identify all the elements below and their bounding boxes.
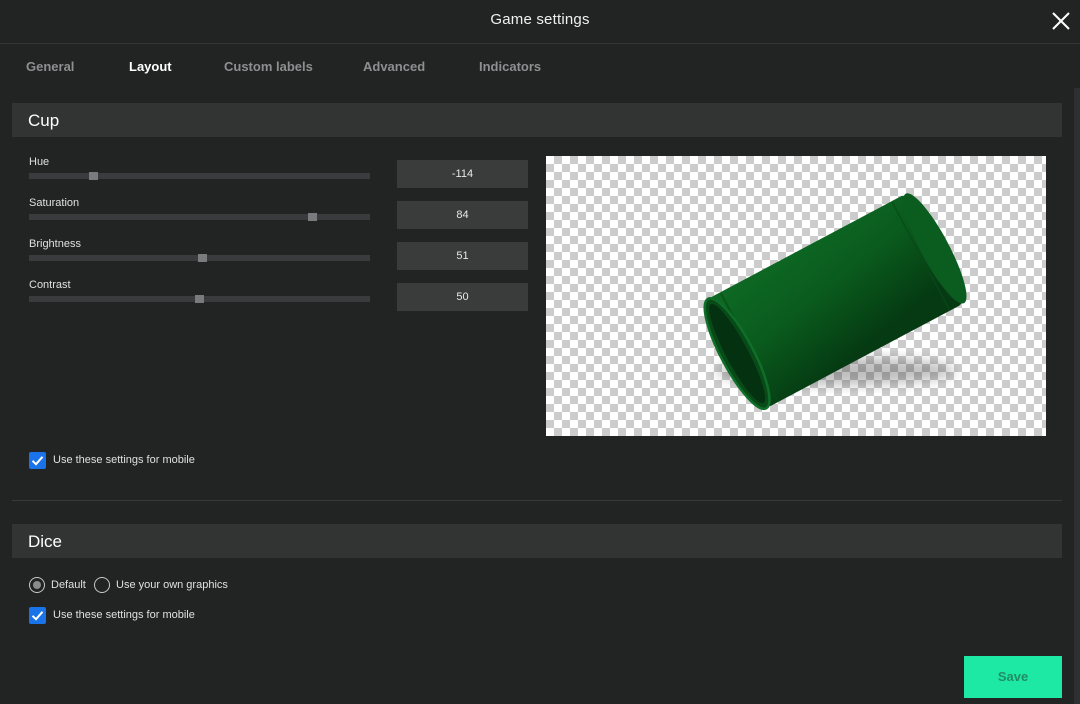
- saturation-slider-thumb[interactable]: [308, 213, 317, 221]
- cup-section-header: Cup: [12, 103, 1062, 137]
- cup-section-title: Cup: [28, 111, 60, 130]
- scrollbar-thumb[interactable]: [1074, 88, 1080, 704]
- contrast-slider[interactable]: [29, 295, 370, 303]
- section-divider: [12, 500, 1062, 501]
- contrast-label: Contrast: [29, 279, 71, 291]
- cup-image: [703, 193, 967, 411]
- contrast-value-input[interactable]: 50: [397, 283, 528, 311]
- save-button[interactable]: Save: [964, 656, 1062, 698]
- tab-indicators[interactable]: Indicators: [479, 59, 541, 74]
- dice-custom-graphics-radio-label: Use your own graphics: [116, 579, 228, 591]
- tab-general[interactable]: General: [26, 59, 74, 74]
- cup-preview: [546, 156, 1046, 436]
- cup-mobile-checkbox[interactable]: [29, 452, 46, 469]
- scrollbar-track[interactable]: [1074, 88, 1080, 704]
- saturation-label: Saturation: [29, 197, 80, 209]
- hue-value-input[interactable]: -114: [397, 160, 528, 188]
- dice-section-title: Dice: [28, 532, 63, 551]
- tab-bar: General Layout Custom labels Advanced In…: [0, 44, 1080, 88]
- dialog-header: Game settings: [0, 0, 1080, 44]
- hue-slider-thumb[interactable]: [89, 172, 98, 180]
- close-icon[interactable]: [1050, 10, 1072, 32]
- checkmark-icon: [31, 611, 44, 621]
- hue-slider[interactable]: [29, 172, 370, 180]
- dice-mobile-checkbox[interactable]: [29, 607, 46, 624]
- tab-custom-labels[interactable]: Custom labels: [224, 59, 313, 74]
- cup-mobile-checkbox-label: Use these settings for mobile: [53, 454, 195, 466]
- settings-content: Cup Hue -114 Saturation 84 Brightness 51…: [0, 88, 1080, 704]
- contrast-slider-thumb[interactable]: [195, 295, 204, 303]
- dice-default-radio[interactable]: [29, 577, 45, 593]
- tab-layout[interactable]: Layout: [129, 59, 172, 74]
- hue-label: Hue: [29, 156, 50, 168]
- checkmark-icon: [31, 456, 44, 466]
- dice-custom-graphics-radio[interactable]: [94, 577, 110, 593]
- dice-mobile-checkbox-label: Use these settings for mobile: [53, 609, 195, 621]
- dialog-title: Game settings: [490, 11, 590, 28]
- brightness-label: Brightness: [29, 238, 81, 250]
- brightness-slider-thumb[interactable]: [198, 254, 207, 262]
- brightness-value-input[interactable]: 51: [397, 242, 528, 270]
- saturation-value-input[interactable]: 84: [397, 201, 528, 229]
- saturation-slider[interactable]: [29, 213, 370, 221]
- brightness-slider[interactable]: [29, 254, 370, 262]
- dice-section-header: Dice: [12, 524, 1062, 558]
- radio-selected-dot: [33, 581, 41, 589]
- tab-advanced[interactable]: Advanced: [363, 59, 425, 74]
- dice-default-radio-label: Default: [51, 579, 86, 591]
